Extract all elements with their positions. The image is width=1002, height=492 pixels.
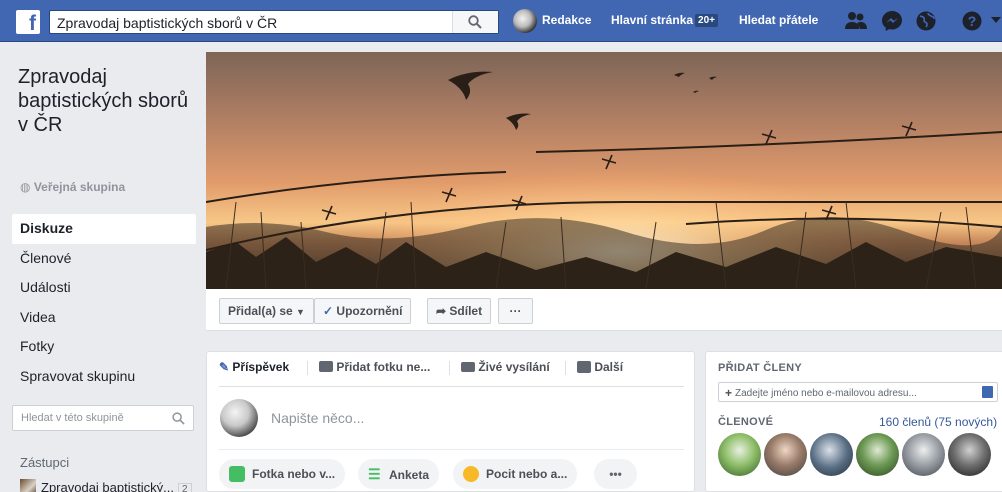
tab-add-photo-label: Přidat fotku ne...: [336, 360, 431, 374]
cover-photo[interactable]: [206, 52, 1002, 289]
post-composer: ✎ Příspěvek Přidat fotku ne... Živé vysí…: [206, 351, 695, 492]
members-panel: PŘIDAT ČLENY + Zadejte jméno nebo e-mailo…: [705, 351, 1002, 492]
top-navigation-bar: f Zpravodaj baptistických sborů v ČR Red…: [0, 0, 1002, 42]
composer-input[interactable]: Napište něco...: [271, 410, 364, 426]
share-button[interactable]: ➦ Sdílet: [427, 298, 492, 324]
tab-post-label: Příspěvek: [232, 360, 290, 374]
add-members-heading: PŘIDAT ČLENY: [718, 362, 803, 374]
add-members-field: + Zadejte jméno nebo e-mailovou adresu...: [725, 386, 917, 400]
add-members-input[interactable]: + Zadejte jméno nebo e-mailovou adresu...: [718, 382, 998, 402]
group-search-input[interactable]: Hledat v této skupině: [12, 405, 194, 431]
member-avatar[interactable]: [902, 433, 945, 476]
composer-divider: [219, 449, 684, 450]
caret-down-icon: ▼: [296, 307, 305, 317]
group-menu: Diskuze Členové Události Videa Fotky Spr…: [12, 214, 196, 391]
sidebar-item-discussion[interactable]: Diskuze: [12, 214, 196, 244]
tab-separator: [449, 361, 450, 375]
feeling-activity-button[interactable]: Pocit nebo a...: [453, 459, 578, 489]
representatives-heading: Zástupci: [20, 455, 70, 470]
camera-icon: [319, 361, 333, 372]
find-friends-link[interactable]: Hledat přátele: [739, 13, 818, 27]
cover-illustration: [206, 52, 1002, 289]
tab-live-video-label: Živé vysílání: [478, 360, 550, 374]
tab-post[interactable]: ✎ Příspěvek: [219, 360, 289, 374]
member-avatar[interactable]: [948, 433, 991, 476]
tab-separator: [565, 361, 566, 375]
joined-button[interactable]: Přidal(a) se ▼: [219, 298, 314, 324]
contacts-icon[interactable]: [982, 386, 993, 398]
video-camera-icon: [461, 362, 475, 372]
members-heading: ČLENOVÉ: [718, 416, 774, 428]
poll-list-icon: ☰: [368, 466, 381, 482]
search-icon: [468, 15, 482, 29]
tab-add-photo[interactable]: Přidat fotku ne...: [319, 360, 430, 374]
svg-text:?: ?: [968, 13, 977, 29]
photo-video-button[interactable]: Fotka nebo v...: [219, 459, 346, 489]
members-count-link[interactable]: 160 členů (75 nových): [879, 415, 997, 429]
smiley-icon: [463, 466, 479, 482]
plus-icon: +: [725, 386, 733, 400]
joined-label: Přidal(a) se: [228, 304, 293, 318]
representative-avatar: [20, 479, 36, 492]
group-search-placeholder: Hledat v této skupině: [21, 412, 124, 424]
tab-more-label: Další: [594, 360, 624, 374]
more-icon: [577, 361, 591, 373]
photo-video-label: Fotka nebo v...: [252, 467, 336, 481]
share-label: Sdílet: [449, 304, 483, 318]
composer-divider: [219, 386, 684, 387]
notifications-label: Upozornění: [336, 304, 403, 318]
facebook-logo-icon[interactable]: f: [16, 10, 40, 34]
sidebar-item-events[interactable]: Události: [12, 273, 196, 303]
representative-name: Zpravodaj baptistický...: [41, 480, 174, 492]
poll-label: Anketa: [389, 468, 430, 482]
left-sidebar: Zpravodaj baptistických sborů v ČR ◍ Veř…: [0, 43, 205, 492]
globe-notifications-icon[interactable]: [915, 10, 937, 32]
composer-avatar: [220, 399, 258, 437]
group-privacy: ◍ Veřejná skupina: [20, 180, 125, 194]
group-privacy-label: Veřejná skupina: [33, 180, 126, 194]
member-avatar[interactable]: [764, 433, 807, 476]
group-name[interactable]: Zpravodaj baptistických sborů v ČR: [18, 65, 203, 137]
sidebar-item-videos[interactable]: Videa: [12, 303, 196, 333]
representative-item[interactable]: Zpravodaj baptistický... 2: [20, 479, 192, 492]
help-icon[interactable]: ?: [961, 10, 983, 32]
checkmark-icon: ✓: [323, 304, 334, 318]
add-members-placeholder: Zadejte jméno nebo e-mailovou adresu...: [735, 388, 917, 399]
search-button[interactable]: [452, 11, 498, 33]
profile-avatar[interactable]: [513, 9, 537, 33]
more-composer-options-button[interactable]: •••: [594, 459, 637, 489]
member-avatar[interactable]: [718, 433, 761, 476]
profile-link[interactable]: Redakce: [542, 13, 591, 27]
pencil-icon: ✎: [219, 360, 230, 374]
representative-count: 2: [177, 483, 192, 492]
account-menu-caret-icon[interactable]: [991, 17, 1001, 25]
share-arrow-icon: ➦: [436, 304, 447, 318]
feeling-label: Pocit nebo a...: [486, 467, 568, 481]
messenger-icon[interactable]: [881, 10, 903, 32]
sidebar-item-members[interactable]: Členové: [12, 244, 196, 274]
member-avatar[interactable]: [810, 433, 853, 476]
more-options-button[interactable]: ···: [498, 298, 533, 324]
search-input-value: Zpravodaj baptistických sborů v ČR: [57, 15, 278, 31]
member-avatar[interactable]: [856, 433, 899, 476]
group-action-bar: Přidal(a) se ▼ ✓ Upozornění ➦ Sdílet ···: [206, 289, 1002, 331]
home-label: Hlavní stránka: [611, 13, 694, 27]
search-icon: [172, 412, 185, 425]
search-input[interactable]: Zpravodaj baptistických sborů v ČR: [49, 10, 499, 34]
friend-requests-icon[interactable]: [844, 10, 868, 32]
home-link[interactable]: Hlavní stránka 20+: [611, 13, 719, 27]
home-badge: 20+: [695, 14, 719, 27]
globe-icon: ◍: [20, 180, 34, 194]
sidebar-item-manage-group[interactable]: Spravovat skupinu: [12, 362, 196, 392]
tab-separator: [307, 361, 308, 375]
poll-button[interactable]: ☰ Anketa: [358, 459, 440, 489]
tab-live-video[interactable]: Živé vysílání: [461, 360, 550, 374]
tab-more[interactable]: Další: [577, 360, 623, 374]
photo-icon: [229, 466, 245, 482]
notifications-button[interactable]: ✓ Upozornění: [314, 298, 412, 324]
sidebar-item-photos[interactable]: Fotky: [12, 332, 196, 362]
